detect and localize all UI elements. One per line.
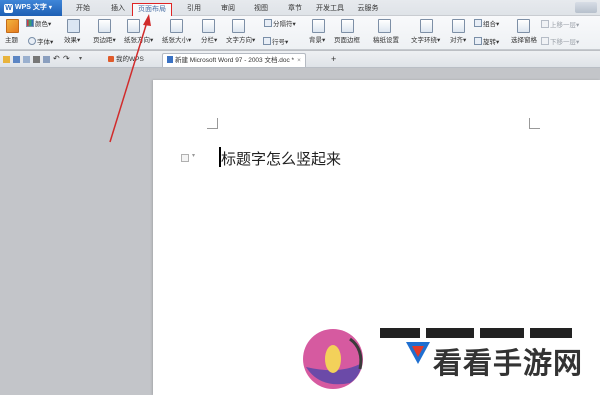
send-backward-button[interactable]: 下移一层▾ bbox=[541, 37, 579, 47]
customize-dropdown-icon[interactable]: ▾ bbox=[79, 56, 87, 64]
open-icon[interactable] bbox=[3, 56, 10, 63]
app-name: WPS 文字 bbox=[15, 4, 47, 11]
paper-size-icon[interactable] bbox=[170, 19, 183, 33]
line-numbers-icon bbox=[263, 37, 271, 45]
group-button[interactable]: 组合▾ bbox=[474, 19, 499, 29]
print-icon[interactable] bbox=[33, 56, 40, 63]
chevron-down-icon: ▾ bbox=[192, 153, 196, 159]
rotate-icon bbox=[474, 37, 482, 45]
app-menu-button[interactable]: W WPS 文字 ▾ bbox=[0, 0, 62, 16]
tab-section[interactable]: 章节 bbox=[284, 3, 306, 16]
margins-icon[interactable] bbox=[98, 19, 111, 33]
bring-forward-icon bbox=[541, 20, 549, 28]
window-control-icon bbox=[575, 2, 597, 13]
document-icon bbox=[167, 56, 173, 63]
tab-developer[interactable]: 开发工具 bbox=[313, 3, 347, 16]
text-wrap-button[interactable]: 文字环绕▾ bbox=[411, 37, 440, 45]
theme-icon[interactable] bbox=[6, 19, 19, 33]
page-border-icon[interactable] bbox=[341, 19, 354, 33]
tab-page-layout[interactable]: 页面布局 bbox=[132, 3, 172, 16]
window-controls[interactable] bbox=[573, 2, 597, 14]
line-numbers-button[interactable]: 行号▾ bbox=[263, 37, 288, 47]
align-icon[interactable] bbox=[452, 19, 465, 33]
draft-grid-icon[interactable] bbox=[378, 19, 391, 33]
tab-insert[interactable]: 插入 bbox=[107, 3, 129, 16]
rotate-button[interactable]: 旋转▾ bbox=[474, 37, 499, 47]
draft-grid-button[interactable]: 稿纸设置 bbox=[373, 37, 399, 45]
tab-references[interactable]: 引用 bbox=[183, 3, 205, 16]
columns-button[interactable]: 分栏▾ bbox=[201, 37, 217, 45]
page-border-button[interactable]: 页面边框 bbox=[334, 37, 360, 45]
theme-button[interactable]: 主题 bbox=[5, 37, 18, 45]
bring-forward-button[interactable]: 上移一层▾ bbox=[541, 20, 579, 30]
background-icon[interactable] bbox=[312, 19, 325, 33]
ribbon-toolbar: 颜色▾ 主题 字体▾ 效果▾ 分隔符▾ 页边距▾ 纸张方向▾ 纸张大小▾ 分栏▾… bbox=[0, 16, 600, 50]
menu-bar: W WPS 文字 ▾ 开始 插入 页面布局 引用 审阅 视图 章节 开发工具 云服务 bbox=[0, 0, 600, 16]
tab-home[interactable]: 开始 bbox=[72, 3, 94, 16]
palette-icon bbox=[26, 19, 34, 27]
background-button[interactable]: 背景▾ bbox=[309, 37, 325, 45]
quick-access-bar: ↶ ↷ ▾ 我的WPS 新建 Microsoft Word 97 - 2003 … bbox=[0, 51, 600, 68]
columns-icon[interactable] bbox=[202, 19, 215, 33]
margins-button[interactable]: 页边距▾ bbox=[93, 37, 116, 45]
group-icon bbox=[474, 19, 482, 27]
orientation-button[interactable]: 纸张方向▾ bbox=[124, 37, 153, 45]
tab-current-document[interactable]: 新建 Microsoft Word 97 - 2003 文档.doc * × bbox=[162, 53, 306, 67]
watermark-bars bbox=[380, 328, 572, 338]
wps-logo-icon: W bbox=[4, 4, 13, 13]
orientation-icon[interactable] bbox=[127, 19, 140, 33]
selection-pane-icon[interactable] bbox=[517, 19, 530, 33]
effects-icon[interactable] bbox=[67, 19, 80, 33]
breaks-button[interactable]: 分隔符▾ bbox=[264, 19, 296, 29]
close-tab-icon[interactable]: × bbox=[297, 57, 301, 64]
watermark-site-name: 看看手游网 bbox=[433, 346, 584, 380]
paper-size-button[interactable]: 纸张大小▾ bbox=[162, 37, 191, 45]
text-direction-button[interactable]: 文字方向▾ bbox=[226, 37, 255, 45]
wps-home-icon bbox=[108, 56, 114, 62]
selection-pane-button[interactable]: 选择窗格 bbox=[511, 37, 537, 45]
new-tab-button[interactable]: + bbox=[327, 53, 340, 67]
tab-cloud[interactable]: 云服务 bbox=[354, 3, 382, 16]
undo-icon[interactable]: ↶ bbox=[53, 55, 61, 64]
breaks-icon bbox=[264, 19, 272, 27]
watermark-logo-icon bbox=[303, 329, 363, 389]
align-button[interactable]: 对齐▾ bbox=[450, 37, 466, 45]
redo-icon[interactable]: ↷ bbox=[63, 55, 71, 64]
font-icon bbox=[28, 37, 36, 45]
document-heading[interactable]: 标题字怎么竖起来 bbox=[221, 148, 341, 169]
fonts-button[interactable]: 字体▾ bbox=[28, 37, 53, 47]
tab-view[interactable]: 视图 bbox=[250, 3, 272, 16]
colors-button[interactable]: 颜色▾ bbox=[26, 19, 51, 29]
chevron-down-icon: ▾ bbox=[48, 5, 52, 11]
export-icon[interactable] bbox=[23, 56, 30, 63]
preview-icon[interactable] bbox=[43, 56, 50, 63]
text-wrap-icon[interactable] bbox=[420, 19, 433, 33]
send-backward-icon bbox=[541, 37, 549, 45]
tab-review[interactable]: 审阅 bbox=[217, 3, 239, 16]
tab-my-wps[interactable]: 我的WPS bbox=[104, 53, 148, 67]
effects-button[interactable]: 效果▾ bbox=[64, 37, 80, 45]
margin-corner-mark bbox=[529, 118, 540, 129]
watermark-play-icon bbox=[406, 342, 430, 364]
save-icon[interactable] bbox=[13, 56, 20, 63]
paragraph-handle-icon[interactable] bbox=[181, 154, 189, 162]
margin-corner-mark bbox=[207, 118, 218, 129]
text-direction-icon[interactable] bbox=[232, 19, 245, 33]
